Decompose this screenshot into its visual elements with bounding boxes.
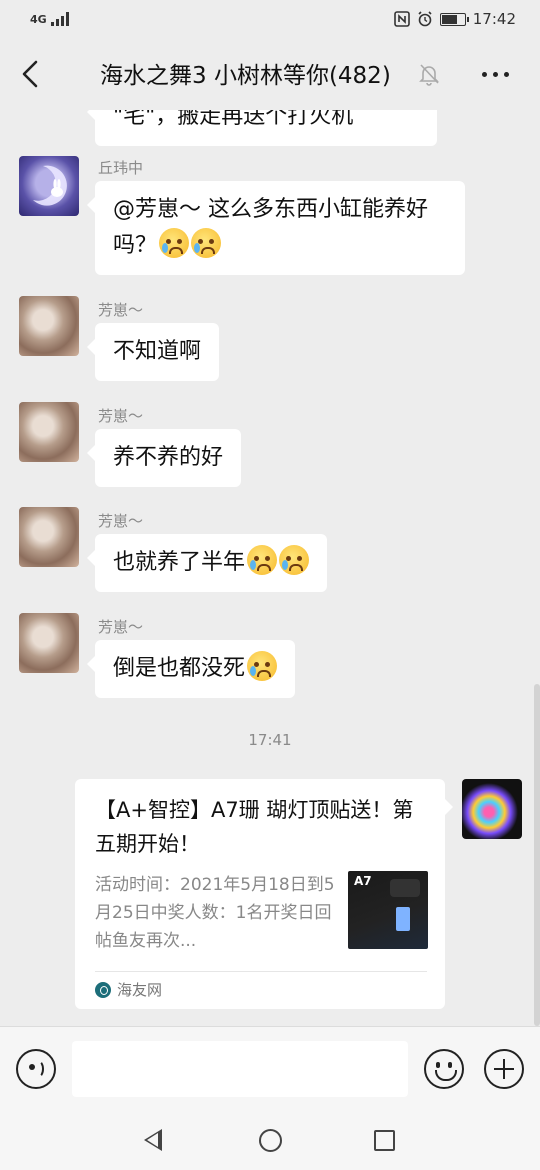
signal-icon xyxy=(50,12,69,26)
message-input[interactable] xyxy=(72,1041,408,1097)
plus-icon[interactable] xyxy=(484,1049,524,1089)
status-time: 17:42 xyxy=(472,10,516,28)
chat-header: 海水之舞3 小树林等你(482) xyxy=(0,38,540,110)
crying-emoji-icon xyxy=(279,545,310,575)
nav-back-icon[interactable] xyxy=(144,1129,162,1151)
message-bubble[interactable]: @芳崽～ 这么多东西小缸能养好吗？ xyxy=(87,181,465,275)
avatar-self[interactable] xyxy=(462,779,522,839)
avatar[interactable] xyxy=(19,613,79,673)
sender-name: 芳崽～ xyxy=(98,301,144,319)
link-card-thumbnail: A7 xyxy=(348,871,428,949)
source-name: 海友网 xyxy=(117,981,163,999)
laugh-cry-emoji-icon xyxy=(159,228,190,258)
battery-level xyxy=(441,14,457,24)
crying-emoji-icon xyxy=(247,545,278,575)
message-bubble[interactable]: 不知道啊 xyxy=(86,323,220,381)
message-text: 不知道啊 xyxy=(113,339,202,364)
message-text: 也就养了半年 xyxy=(113,550,246,575)
avatar[interactable] xyxy=(19,156,79,216)
sender-name: 芳崽～ xyxy=(98,512,144,530)
link-card-title: 【A+智控】A7珊 瑚灯顶贴送！第五期开始！ xyxy=(95,798,414,856)
avatar[interactable] xyxy=(19,402,79,462)
nfc-icon xyxy=(393,11,410,27)
more-dots-icon[interactable] xyxy=(482,72,509,77)
time-divider: 17:41 xyxy=(248,731,292,749)
sender-name: 丘玮中 xyxy=(98,159,144,177)
emoji-icon[interactable] xyxy=(424,1049,464,1089)
rabbit-moon-icon xyxy=(33,165,67,206)
back-chevron-icon[interactable] xyxy=(16,56,46,92)
mute-bell-icon xyxy=(419,64,439,86)
avatar[interactable] xyxy=(19,296,79,356)
message-bubble[interactable]: 也就养了半年 xyxy=(86,534,328,592)
message-text: 倒是也都没死 xyxy=(113,656,246,681)
message-bubble[interactable]: 养不养的好 xyxy=(86,429,242,487)
message-bubble-partial[interactable]: "宅"，搬走再送个打火机 xyxy=(87,110,437,146)
voice-icon[interactable] xyxy=(16,1049,56,1089)
sender-name: 芳崽～ xyxy=(98,407,144,425)
scrollbar[interactable] xyxy=(534,684,540,1026)
source-logo-icon xyxy=(95,981,111,998)
link-card[interactable]: 【A+智控】A7珊 瑚灯顶贴送！第五期开始！ 活动时间：2021年5月18日到5… xyxy=(75,779,453,1009)
laugh-cry-emoji-icon xyxy=(191,228,222,258)
crying-emoji-icon xyxy=(247,651,278,681)
alarm-icon xyxy=(418,11,432,27)
link-card-description: 活动时间：2021年5月18日到5月25日中奖人数：1名开奖日回帖鱼友再次... xyxy=(95,875,335,951)
battery-icon xyxy=(439,12,469,26)
divider xyxy=(95,971,427,972)
chat-title: 海水之舞3 小树林等你(482) xyxy=(100,63,391,89)
avatar[interactable] xyxy=(19,507,79,567)
message-text: 养不养的好 xyxy=(113,445,224,470)
sender-name: 芳崽～ xyxy=(98,618,144,636)
status-bar: 4G 17:42 xyxy=(0,0,540,38)
nav-recent-icon[interactable] xyxy=(374,1130,395,1151)
link-card-source: 海友网 xyxy=(95,979,162,1000)
system-nav-bar xyxy=(0,1112,540,1170)
chat-message-list[interactable]: "宅"，搬走再送个打火机 丘玮中 @芳崽～ 这么多东西小缸能养好吗？ 芳崽～ 不… xyxy=(0,110,540,1026)
network-label: 4G xyxy=(30,12,47,26)
thumbnail-label: A7 xyxy=(354,874,372,888)
input-bar xyxy=(0,1026,540,1112)
message-bubble[interactable]: 倒是也都没死 xyxy=(86,640,296,698)
nav-home-icon[interactable] xyxy=(259,1129,282,1152)
